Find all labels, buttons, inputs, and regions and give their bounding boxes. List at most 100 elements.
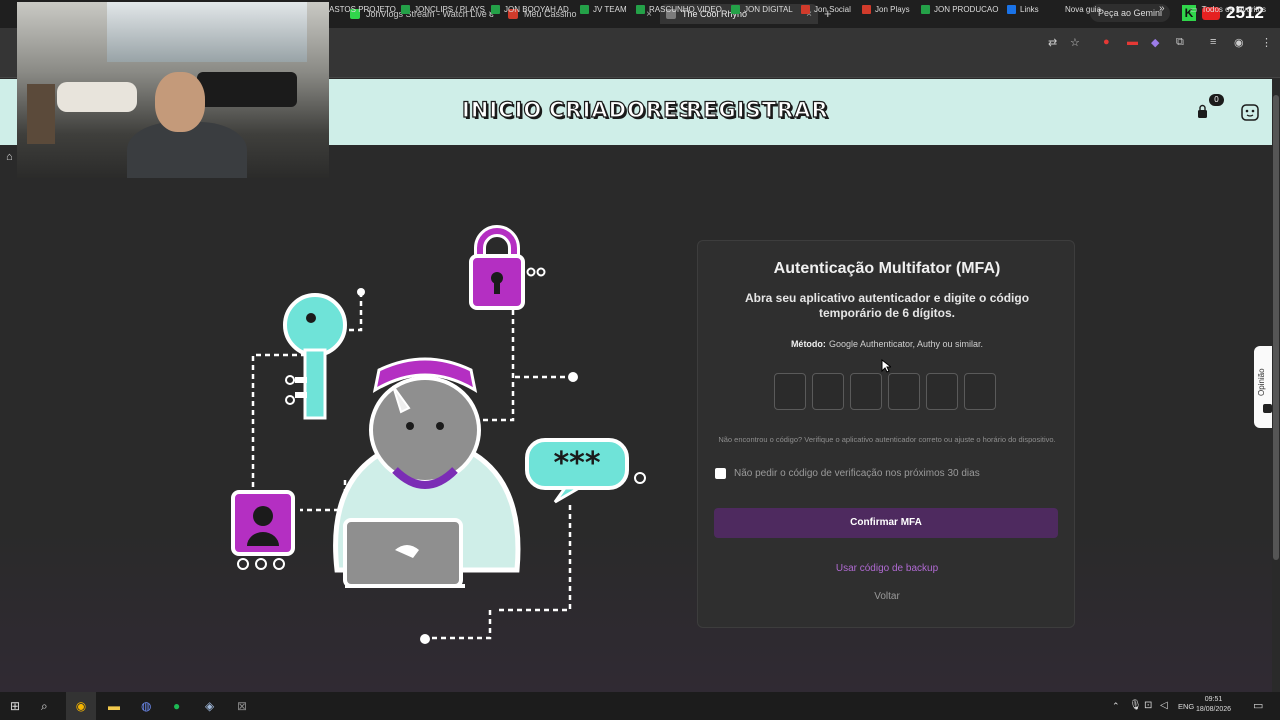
bookmark-item[interactable]: JON DIGITAL [731, 5, 793, 14]
bookmark-item[interactable]: JON PRODUCAO [921, 5, 998, 14]
key-icon [283, 293, 347, 420]
bookmark-star-icon[interactable]: ☆ [1070, 36, 1080, 49]
remember-label: Não pedir o código de verificação nos pr… [734, 468, 980, 479]
file-explorer-icon[interactable]: ▬ [108, 699, 120, 713]
bookmark-item[interactable]: JON BOOYAH AD [491, 5, 569, 14]
webcam-overlay [17, 2, 329, 178]
bookmark-item[interactable]: JV TEAM [580, 5, 627, 14]
rhino-mascot-icon [333, 357, 521, 588]
webcam-shelf [27, 84, 55, 144]
bookmark-label: Nova guia [1065, 5, 1102, 14]
nav-registrar[interactable]: REGISTRAR [685, 97, 829, 122]
all-favorites-label: Todos os favoritos [1201, 5, 1267, 14]
backup-code-link[interactable]: Usar código de backup [698, 563, 1076, 574]
windows-start-icon[interactable]: ⊞ [10, 699, 20, 713]
bookmark-label: JONCLIPS / PLAYS [414, 5, 485, 14]
otp-digit-4[interactable] [888, 373, 920, 410]
search-icon[interactable]: ⌕ [41, 699, 48, 714]
extension-icon[interactable]: ▬ [1127, 36, 1138, 48]
bookmark-item[interactable]: Links [1007, 5, 1039, 14]
sheets-icon [491, 5, 500, 14]
user-avatar-icon[interactable] [1240, 102, 1260, 122]
extension-red-icon[interactable]: ● [1103, 36, 1110, 48]
extensions-puzzle-icon[interactable]: ⧉ [1176, 36, 1184, 49]
tray-chevron-icon[interactable]: ⌃ [1112, 701, 1120, 712]
back-link[interactable]: Voltar [698, 591, 1076, 602]
discord-icon[interactable]: ◍ [141, 699, 151, 713]
all-favorites-button[interactable]: ▭ Todos os favoritos [1190, 5, 1266, 14]
remember-device-option[interactable]: Não pedir o código de verificação nos pr… [715, 468, 980, 479]
otp-digit-2[interactable] [812, 373, 844, 410]
feedback-label: Opinião [1257, 368, 1266, 396]
more-bookmarks-button[interactable]: » [1159, 3, 1165, 14]
microphone-icon[interactable]: 🎙 [1129, 700, 1142, 711]
sheets-icon [401, 5, 410, 14]
mfa-title: Autenticação Multifator (MFA) [773, 260, 1001, 277]
bookmark-item[interactable]: RASCUNHO VIDEO [636, 5, 722, 14]
bookmark-item[interactable]: Nova guia [1065, 5, 1101, 14]
otp-input-group [774, 373, 996, 410]
spotify-icon[interactable]: ● [173, 699, 180, 713]
padlock-icon [469, 225, 546, 310]
remember-checkbox[interactable] [715, 468, 726, 479]
bookmark-item[interactable]: Jon Social [801, 5, 851, 14]
network-icon[interactable]: ⊡ [1144, 700, 1152, 711]
bookmark-label: Jon Social [814, 5, 851, 14]
sheets-icon [731, 5, 740, 14]
translate-icon[interactable]: ⇄ [1048, 36, 1057, 49]
sheets-icon [636, 5, 645, 14]
bookmark-item[interactable]: ASTOS PROJETO [329, 5, 396, 14]
bookmark-label: JON BOOYAH AD [504, 5, 569, 14]
otp-digit-1[interactable] [774, 373, 806, 410]
steam-icon[interactable]: ◈ [205, 699, 214, 713]
otp-digit-3[interactable] [850, 373, 882, 410]
system-clock[interactable]: 09:51 18/08/2026 [1196, 695, 1231, 715]
chart-icon [862, 5, 871, 14]
chrome-icon[interactable]: ◉ [66, 692, 96, 720]
doc-icon [1007, 5, 1016, 14]
bookmark-item[interactable]: JONCLIPS / PLAYS [401, 5, 485, 14]
bookmark-item[interactable]: Jon Plays [862, 5, 910, 14]
nav-criadores[interactable]: CRIADORES [548, 97, 695, 122]
sheets-icon [580, 5, 589, 14]
bookmark-label: Links [1020, 5, 1039, 14]
otp-digit-5[interactable] [926, 373, 958, 410]
mouse-cursor-icon [881, 359, 891, 373]
svg-text:***: *** [553, 446, 600, 481]
nav-inicio[interactable]: INICIO [461, 97, 542, 122]
bookmark-label: Jon Plays [875, 5, 910, 14]
method-label: Método: [790, 339, 826, 349]
home-icon[interactable]: ⌂ [6, 151, 13, 163]
mfa-help-text: Não encontrou o código? Verifique o apli… [718, 435, 1056, 444]
mfa-subtitle: Abra seu aplicativo autenticador e digit… [744, 291, 1030, 320]
gemini-label: Peça ao Gemini [1098, 8, 1163, 18]
mfa-card: Autenticação Multifator (MFA) Abra seu a… [697, 240, 1075, 628]
sheets-icon [921, 5, 930, 14]
xbox-icon[interactable]: ⊠ [237, 699, 247, 713]
feedback-icon [1263, 404, 1272, 413]
confirm-mfa-button[interactable]: Confirmar MFA [714, 508, 1058, 538]
scrollbar-thumb[interactable] [1273, 95, 1279, 560]
clock-date: 18/08/2026 [1196, 706, 1232, 713]
profile-avatar-icon[interactable]: ◉ [1234, 36, 1244, 49]
bookmark-label: ASTOS PROJETO [329, 5, 396, 14]
windows-taskbar [0, 692, 1280, 720]
clock-time: 09:51 [1204, 696, 1223, 703]
extension-purple-icon[interactable]: ◆ [1151, 36, 1159, 49]
language-indicator[interactable]: ENG [1178, 702, 1194, 711]
notifications-icon[interactable]: ▭ [1253, 699, 1263, 712]
otp-digit-6[interactable] [964, 373, 996, 410]
bookmark-label: JON DIGITAL [744, 5, 793, 14]
media-control-icon[interactable]: ≡ [1210, 36, 1216, 48]
mfa-method: Método: Google Authenticator, Authy ou si… [698, 339, 1076, 349]
method-value: Google Authenticator, Authy ou similar. [828, 339, 984, 349]
volume-icon[interactable]: ◁ [1160, 700, 1168, 711]
cart-count-badge: 0 [1209, 94, 1224, 106]
menu-kebab-icon[interactable]: ⋮ [1261, 36, 1272, 49]
webcam-window [107, 2, 307, 62]
bookmark-label: JON PRODUCAO [934, 5, 999, 14]
webcam-person-head [155, 72, 205, 132]
password-bubble-icon: *** [525, 438, 629, 504]
webcam-sofa [57, 82, 137, 112]
chart-icon [801, 5, 810, 14]
